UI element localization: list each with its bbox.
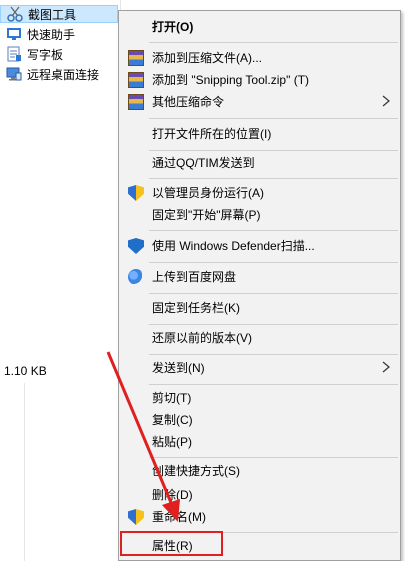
menu-separator — [149, 384, 398, 385]
menu-item-label: 发送到(N) — [152, 361, 205, 375]
file-item-wordpad[interactable]: 写字板 — [0, 45, 118, 63]
menu-item-label: 删除(D) — [152, 488, 193, 502]
menu-item-label: 还原以前的版本(V) — [152, 331, 252, 345]
menu-item-label: 上传到百度网盘 — [152, 270, 237, 284]
menu-item-run-as-admin[interactable]: 以管理员身份运行(A) — [119, 182, 400, 204]
menu-separator — [149, 178, 398, 179]
menu-item-other-compress[interactable]: 其他压缩命令 — [119, 91, 400, 113]
menu-item-label: 添加到压缩文件(A)... — [152, 51, 262, 65]
menu-separator — [149, 293, 398, 294]
archive-icon — [128, 94, 144, 110]
menu-item-label: 通过QQ/TIM发送到 — [152, 156, 255, 170]
column-divider — [24, 383, 25, 561]
menu-item-paste[interactable]: 粘贴(P) — [119, 431, 400, 453]
menu-item-label: 固定到任务栏(K) — [152, 301, 240, 315]
chevron-right-icon — [382, 95, 390, 107]
menu-item-pin-start[interactable]: 固定到"开始"屏幕(P) — [119, 204, 400, 226]
file-item-snipping-tool[interactable]: 截图工具 — [0, 5, 118, 23]
menu-separator — [149, 262, 398, 263]
menu-separator — [149, 457, 398, 458]
quick-assist-icon — [6, 26, 22, 42]
chevron-right-icon — [382, 361, 390, 373]
menu-item-restore-versions[interactable]: 还原以前的版本(V) — [119, 327, 400, 349]
menu-item-delete[interactable]: 删除(D) — [119, 484, 400, 506]
menu-item-add-to-archive[interactable]: 添加到压缩文件(A)... — [119, 47, 400, 69]
menu-separator — [149, 230, 398, 231]
archive-icon — [128, 72, 144, 88]
file-list-panel: 截图工具 快速助手 写字板 远程桌面连接 1.10 KB — [0, 0, 121, 383]
scissors-app-icon — [7, 6, 23, 22]
menu-item-label: 添加到 "Snipping Tool.zip" (T) — [152, 73, 310, 87]
menu-separator — [149, 42, 398, 43]
uac-shield-icon — [128, 509, 144, 525]
file-item-label: 写字板 — [27, 47, 64, 62]
menu-item-open[interactable]: 打开(O) — [119, 16, 400, 38]
remote-desktop-icon — [6, 66, 22, 82]
baidu-cloud-icon — [128, 269, 144, 285]
menu-item-label: 以管理员身份运行(A) — [152, 186, 264, 200]
menu-item-send-qq[interactable]: 通过QQ/TIM发送到 — [119, 152, 400, 174]
file-item-label: 远程桌面连接 — [27, 67, 100, 82]
menu-item-label: 其他压缩命令 — [152, 95, 225, 109]
menu-item-rename[interactable]: 重命名(M) — [119, 506, 400, 528]
menu-separator — [149, 354, 398, 355]
menu-item-create-shortcut[interactable]: 创建快捷方式(S) — [119, 460, 400, 482]
file-item-quick-assist[interactable]: 快速助手 — [0, 25, 118, 43]
file-size-label: 1.10 KB — [4, 364, 47, 378]
menu-item-defender-scan[interactable]: 使用 Windows Defender扫描... — [119, 235, 400, 257]
menu-separator — [149, 150, 398, 151]
menu-item-label: 剪切(T) — [152, 391, 192, 405]
background-area — [0, 383, 120, 561]
menu-item-label: 粘贴(P) — [152, 435, 192, 449]
menu-item-pin-taskbar[interactable]: 固定到任务栏(K) — [119, 297, 400, 319]
menu-separator — [149, 118, 398, 119]
menu-item-add-to-zip[interactable]: 添加到 "Snipping Tool.zip" (T) — [119, 69, 400, 91]
menu-item-baidu-upload[interactable]: 上传到百度网盘 — [119, 266, 400, 288]
menu-item-copy[interactable]: 复制(C) — [119, 409, 400, 431]
annotation-highlight-box — [120, 531, 223, 556]
menu-item-label: 重命名(M) — [152, 510, 206, 524]
menu-separator — [149, 324, 398, 325]
context-menu: 打开(O) 添加到压缩文件(A)... 添加到 "Snipping Tool.z… — [118, 10, 401, 561]
archive-icon — [128, 50, 144, 66]
menu-item-label: 打开文件所在的位置(I) — [152, 127, 272, 141]
menu-item-send-to[interactable]: 发送到(N) — [119, 357, 400, 379]
file-item-remote-desktop[interactable]: 远程桌面连接 — [0, 65, 118, 83]
menu-item-cut[interactable]: 剪切(T) — [119, 387, 400, 409]
menu-item-label: 固定到"开始"屏幕(P) — [152, 208, 261, 222]
menu-item-label: 打开(O) — [152, 20, 194, 34]
menu-item-open-location[interactable]: 打开文件所在的位置(I) — [119, 123, 400, 145]
file-item-label: 快速助手 — [27, 27, 76, 42]
menu-item-label: 使用 Windows Defender扫描... — [152, 239, 315, 253]
menu-item-label: 创建快捷方式(S) — [152, 464, 240, 478]
defender-icon — [128, 238, 144, 254]
wordpad-icon — [6, 46, 22, 62]
uac-shield-icon — [128, 185, 144, 201]
file-item-label: 截图工具 — [28, 7, 77, 22]
menu-item-label: 复制(C) — [152, 413, 193, 427]
